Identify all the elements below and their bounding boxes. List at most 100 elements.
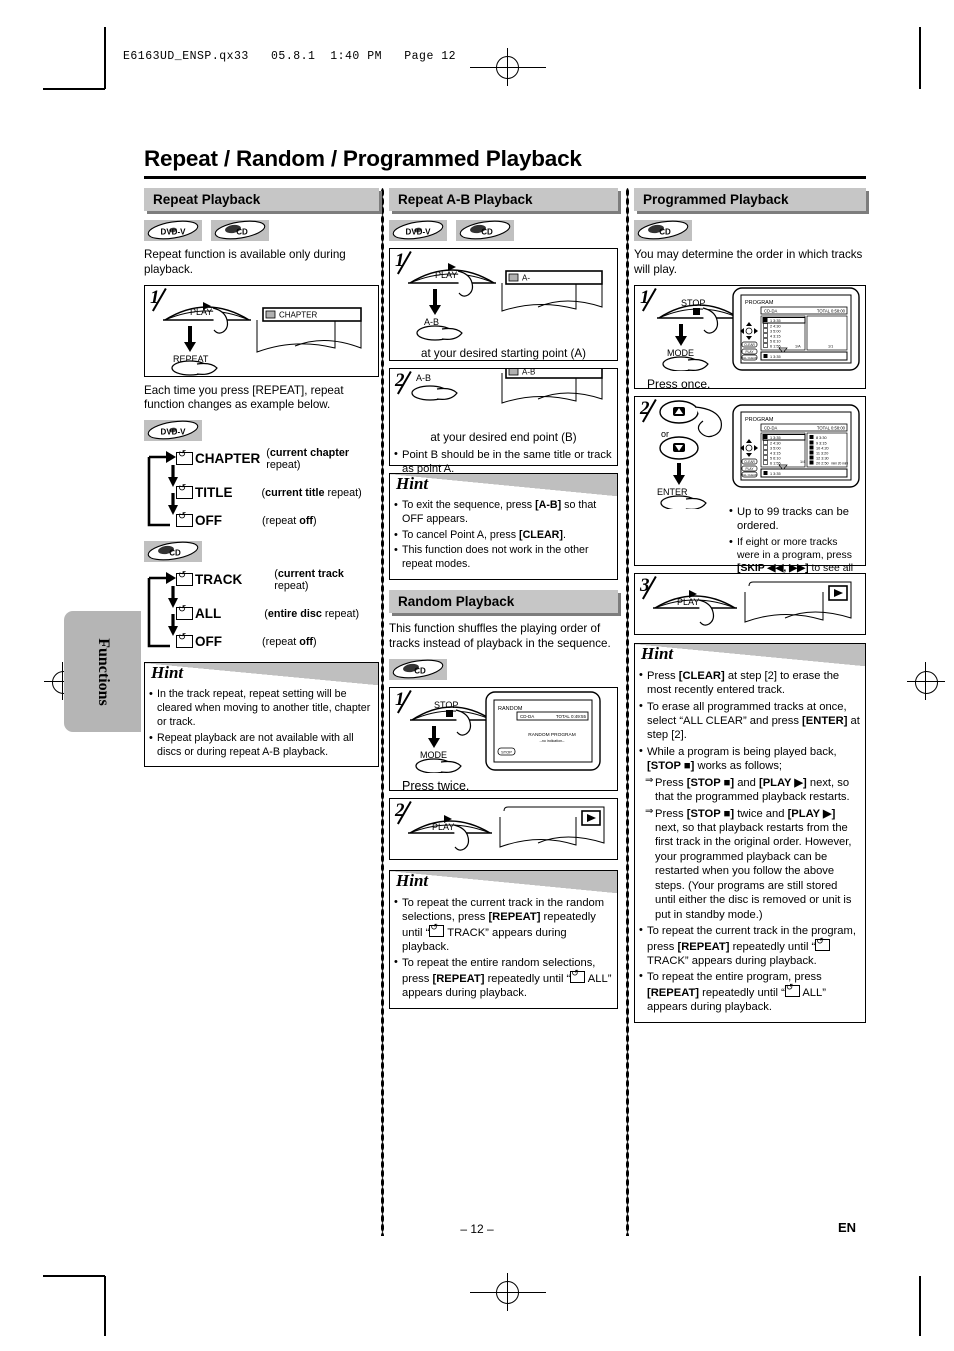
- hint-body: To exit the sequence, press [A-B] so tha…: [390, 496, 617, 579]
- hint-list: To repeat the current track in the rando…: [394, 895, 612, 1001]
- hint-item: To repeat the current track in the rando…: [394, 895, 612, 955]
- svg-text:1 3:35: 1 3:35: [770, 436, 781, 440]
- svg-text:ALL CLEAR: ALL CLEAR: [742, 473, 757, 477]
- cycle-label: OFF: [195, 634, 222, 650]
- svg-text:2 4:30: 2 4:30: [770, 324, 781, 328]
- random-step2-illustration: PLAY: [408, 806, 605, 851]
- cycle-note: (current track repeat): [274, 567, 344, 592]
- svg-text:STOP: STOP: [501, 749, 512, 754]
- cycle-note-tail: repeat): [274, 579, 309, 592]
- cycle-label: OFF: [195, 513, 222, 529]
- hint-list: Press [CLEAR] at step [2] to erase the m…: [639, 668, 860, 1015]
- side-tab-functions: Functions: [64, 611, 141, 732]
- cycle-label: TRACK: [195, 572, 243, 588]
- hint-header: Hint: [390, 870, 617, 893]
- dvd-video-badge-icon: DVD-V: [144, 220, 202, 241]
- hint-title: Hint: [151, 663, 184, 683]
- svg-text:12 3:30: 12 3:30: [816, 456, 829, 460]
- figure-ab-step2: 2 A-B A-B at your desired end point (B) …: [389, 364, 618, 475]
- repeat-indicator-icon: [176, 449, 193, 466]
- figure-ab-step1: 1 PLAY A-B A- at your desired starting p…: [389, 248, 618, 361]
- svg-text:1 3:35: 1 3:35: [770, 355, 781, 359]
- disc-badge-cd-cycle: CD: [144, 541, 379, 563]
- figure-random-step1: 1 STOP MODE RANDOM CD-DA TOTAL 0:49:55 R…: [389, 686, 618, 793]
- hint-body: In the track repeat, repeat setting will…: [145, 685, 378, 766]
- repeat-cycle-dvd: CHAPTER (current chapter repeat) TITLE (…: [144, 445, 379, 533]
- repeat-indicator-icon: [784, 982, 800, 997]
- side-tab-label: Functions: [94, 637, 112, 706]
- svg-text:mini 20 mini: mini 20 mini: [831, 461, 848, 465]
- cycle-note-head: (repeat: [262, 514, 300, 527]
- hint-item: Repeat playback are not available with a…: [149, 731, 373, 760]
- hint-text: next, so that playback restarts from the…: [655, 822, 852, 921]
- cd-badge-icon: CD: [456, 220, 514, 241]
- page-number: – 12 –: [460, 1222, 494, 1236]
- crop-mark-bl-v: [104, 1276, 106, 1336]
- cycle-note-bold: current track: [277, 567, 344, 580]
- svg-text:RANDOM: RANDOM: [498, 706, 523, 712]
- column-divider-1: [381, 188, 384, 1236]
- cycle-row: CHAPTER (current chapter repeat): [176, 445, 379, 472]
- cycle-note-bold: current chapter: [269, 446, 350, 459]
- hint-header: Hint: [635, 643, 865, 666]
- cd-badge-icon: CD: [144, 541, 202, 563]
- repeat-indicator-icon: [570, 968, 586, 983]
- hint-header: Hint: [390, 474, 617, 496]
- cycle-note: (current chapter repeat): [266, 446, 350, 471]
- random-step1-illustration: STOP MODE RANDOM CD-DA TOTAL 0:49:55 RAN…: [410, 690, 601, 774]
- crop-mark-tr-v: [919, 27, 921, 89]
- program-step3-illustration: PLAY: [653, 581, 852, 626]
- hint-item: In the track repeat, repeat setting will…: [149, 687, 373, 729]
- hint-item: To exit the sequence, press [A-B] so tha…: [394, 498, 612, 527]
- cd-badge-icon: CD: [389, 658, 447, 680]
- svg-text:CD-DA: CD-DA: [520, 714, 534, 719]
- svg-text:PLAY: PLAY: [190, 307, 212, 317]
- section-header-programmed-playback: Programmed Playback: [634, 188, 866, 211]
- hint-key: [CLEAR]: [519, 528, 563, 541]
- hint-list: In the track repeat, repeat setting will…: [149, 687, 373, 760]
- svg-text:CLEAR: CLEAR: [744, 343, 755, 347]
- hint-title: Hint: [641, 643, 674, 663]
- hint-key: [STOP ■]: [686, 776, 735, 789]
- hint-key: [REPEAT]: [432, 972, 485, 985]
- hint-item: While a program is being played back, [S…: [639, 744, 860, 774]
- page-title: Repeat / Random / Programmed Playback: [144, 146, 582, 171]
- hint-text: TRACK” appears during playback.: [647, 954, 817, 967]
- hint-item: To repeat the entire random selections, …: [394, 955, 612, 1000]
- disc-badge-dvd-cycle: DVD-V: [144, 420, 379, 442]
- hint-list: To exit the sequence, press [A-B] so tha…: [394, 498, 612, 572]
- cycle-row: ALL (entire disc repeat): [176, 600, 359, 627]
- hint-key: [PLAY ▶]: [787, 807, 836, 820]
- cycle-note-bold: current title: [265, 486, 325, 499]
- svg-text:A-: A-: [522, 274, 530, 283]
- cycle-note: (repeat off): [262, 635, 317, 648]
- cycle-row: TRACK (current track repeat): [176, 566, 379, 593]
- hint-text: repeatedly until “: [699, 986, 785, 999]
- svg-text:10 4:20: 10 4:20: [816, 446, 829, 450]
- hint-text: Press: [647, 669, 679, 682]
- reg-mark-bottom: [496, 1281, 519, 1304]
- language-mark: EN: [838, 1220, 857, 1235]
- hint-box-random: Hint To repeat the current track in the …: [389, 869, 618, 1009]
- svg-text:CD: CD: [481, 228, 493, 237]
- hint-body: To repeat the current track in the rando…: [390, 893, 617, 1008]
- program-step1-illustration: STOP MODE PROGRAM CD-DA TOTAL 0:58:00 1: [657, 286, 860, 372]
- svg-text:TOTAL 0:58:00: TOTAL 0:58:00: [817, 308, 846, 313]
- svg-text:1/A: 1/A: [795, 344, 801, 348]
- dvd-video-badge-icon: DVD-V: [144, 420, 202, 442]
- title-rule: [144, 176, 866, 179]
- section-header-repeat-playback: Repeat Playback: [144, 188, 379, 211]
- cycle-note-head: (repeat: [262, 635, 300, 648]
- cycle-row: OFF (repeat off): [176, 628, 317, 655]
- hint-key: [REPEAT]: [488, 911, 541, 924]
- hint-key: [STOP ■]: [647, 760, 695, 773]
- repeat-cycle-cd: TRACK (current track repeat) ALL (entire…: [144, 566, 379, 654]
- cycle-note-bold: off: [299, 635, 314, 648]
- svg-text:PLAY: PLAY: [432, 822, 454, 832]
- svg-text:8 3:30: 8 3:30: [816, 436, 827, 440]
- svg-text:1 3:35: 1 3:35: [770, 319, 781, 323]
- svg-text:PROGRAM: PROGRAM: [745, 300, 774, 306]
- cycle-note-bold: entire disc: [267, 607, 322, 620]
- svg-text:9 3:15: 9 3:15: [816, 441, 827, 445]
- svg-text:1/4: 1/4: [800, 460, 805, 464]
